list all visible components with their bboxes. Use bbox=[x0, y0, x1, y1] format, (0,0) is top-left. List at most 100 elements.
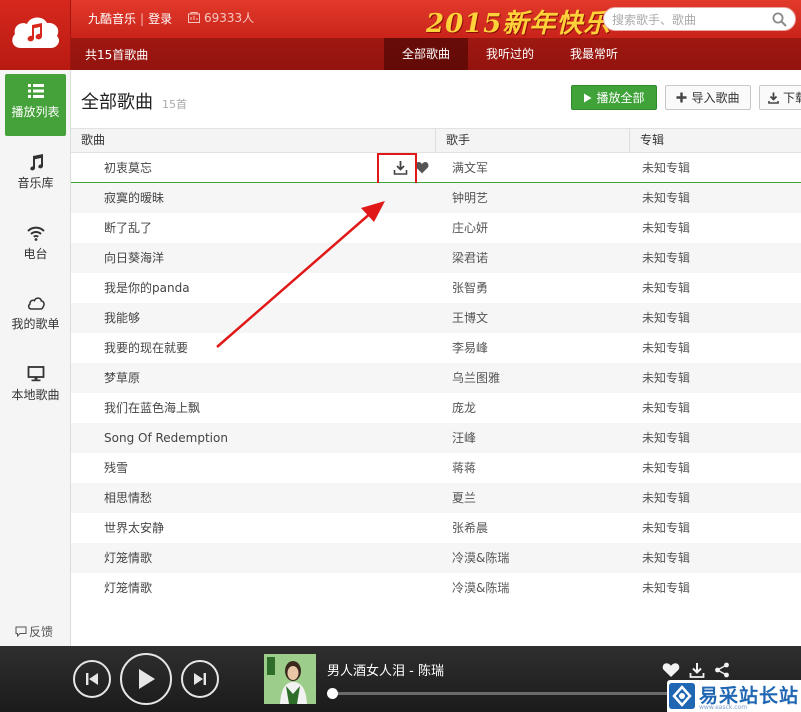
song-title[interactable]: 我要的现在就要 bbox=[104, 333, 188, 363]
song-title[interactable]: 残雪 bbox=[104, 453, 128, 483]
download-button[interactable]: 下载 bbox=[759, 85, 801, 110]
feedback-link[interactable]: 反馈 bbox=[15, 623, 53, 640]
import-songs-button[interactable]: 导入歌曲 bbox=[665, 85, 751, 110]
artist-name[interactable]: 庞龙 bbox=[452, 393, 476, 423]
table-row[interactable]: 我们在蓝色海上飘 庞龙 未知专辑 bbox=[71, 393, 801, 423]
artist-name[interactable]: 庄心妍 bbox=[452, 213, 488, 243]
import-label: 导入歌曲 bbox=[691, 91, 740, 105]
next-button[interactable] bbox=[181, 660, 219, 698]
artist-name[interactable]: 夏兰 bbox=[452, 483, 476, 513]
skip-back-icon bbox=[86, 673, 98, 685]
login-link[interactable]: 登录 bbox=[148, 10, 172, 27]
tab-all-songs[interactable]: 全部歌曲 bbox=[384, 38, 469, 70]
album-name[interactable]: 未知专辑 bbox=[642, 393, 690, 423]
album-name[interactable]: 未知专辑 bbox=[642, 423, 690, 453]
table-row[interactable]: 残雪 蒋蒋 未知专辑 bbox=[71, 453, 801, 483]
sidebar-item-local-songs[interactable]: 本地歌曲 bbox=[5, 357, 66, 419]
app-name[interactable]: 九酷音乐 bbox=[88, 10, 136, 27]
sidebar-item-radio[interactable]: 电台 bbox=[5, 216, 66, 278]
song-title[interactable]: 相思情愁 bbox=[104, 483, 152, 513]
song-title[interactable]: 断了乱了 bbox=[104, 213, 152, 243]
album-name[interactable]: 未知专辑 bbox=[642, 243, 690, 273]
column-header-song[interactable]: 歌曲 bbox=[71, 129, 435, 152]
search-input[interactable] bbox=[612, 11, 762, 28]
table-row[interactable]: 向日葵海洋 梁君诺 未知专辑 bbox=[71, 243, 801, 273]
song-title[interactable]: 我们在蓝色海上飘 bbox=[104, 393, 200, 423]
album-name[interactable]: 未知专辑 bbox=[642, 333, 690, 363]
song-title[interactable]: 寂寞的暧昧 bbox=[104, 183, 164, 213]
album-name[interactable]: 未知专辑 bbox=[642, 543, 690, 573]
artist-name[interactable]: 汪峰 bbox=[452, 423, 476, 453]
song-title[interactable]: 初衷莫忘 bbox=[104, 153, 152, 183]
column-header-artist[interactable]: 歌手 bbox=[435, 129, 629, 152]
search-icon[interactable] bbox=[772, 12, 787, 27]
sidebar-item-music-library[interactable]: 音乐库 bbox=[5, 145, 66, 207]
play-all-button[interactable]: 播放全部 bbox=[571, 85, 657, 110]
play-icon bbox=[139, 669, 155, 689]
table-row[interactable]: 世界太安静 张希晨 未知专辑 bbox=[71, 513, 801, 543]
artist-name[interactable]: 张希晨 bbox=[452, 513, 488, 543]
progress-knob[interactable] bbox=[327, 688, 338, 699]
previous-button[interactable] bbox=[73, 660, 111, 698]
song-title[interactable]: 梦草原 bbox=[104, 363, 140, 393]
artist-name[interactable]: 满文军 bbox=[452, 153, 488, 183]
table-row[interactable]: 灯笼情歌 冷漠&陈瑞 未知专辑 bbox=[71, 573, 801, 603]
album-art[interactable] bbox=[264, 654, 316, 704]
skip-forward-icon bbox=[194, 673, 206, 685]
search-box[interactable] bbox=[603, 7, 796, 31]
album-name[interactable]: 未知专辑 bbox=[642, 483, 690, 513]
song-title[interactable]: 向日葵海洋 bbox=[104, 243, 164, 273]
site-logo-icon bbox=[669, 683, 695, 709]
album-name[interactable]: 未知专辑 bbox=[642, 303, 690, 333]
download-icon[interactable] bbox=[689, 662, 705, 678]
share-icon[interactable] bbox=[714, 662, 730, 678]
album-name[interactable]: 未知专辑 bbox=[642, 153, 690, 183]
album-name[interactable]: 未知专辑 bbox=[642, 363, 690, 393]
tab-listened[interactable]: 我听过的 bbox=[468, 38, 552, 70]
table-row[interactable]: 我是你的panda 张智勇 未知专辑 bbox=[71, 273, 801, 303]
album-name[interactable]: 未知专辑 bbox=[642, 513, 690, 543]
artist-name[interactable]: 冷漠&陈瑞 bbox=[452, 543, 509, 573]
monitor-icon bbox=[27, 366, 44, 382]
album-name[interactable]: 未知专辑 bbox=[642, 453, 690, 483]
album-name[interactable]: 未知专辑 bbox=[642, 573, 690, 603]
artist-name[interactable]: 蒋蒋 bbox=[452, 453, 476, 483]
sidebar-item-my-playlists[interactable]: 我的歌单 bbox=[5, 286, 66, 348]
tab-most-played[interactable]: 我最常听 bbox=[552, 38, 636, 70]
album-name[interactable]: 未知专辑 bbox=[642, 273, 690, 303]
artist-name[interactable]: 冷漠&陈瑞 bbox=[452, 573, 509, 603]
app-logo[interactable] bbox=[0, 0, 71, 70]
table-row[interactable]: 我要的现在就要 李易峰 未知专辑 bbox=[71, 333, 801, 363]
song-title[interactable]: 灯笼情歌 bbox=[104, 573, 152, 603]
table-row[interactable]: 灯笼情歌 冷漠&陈瑞 未知专辑 bbox=[71, 543, 801, 573]
artist-name[interactable]: 李易峰 bbox=[452, 333, 488, 363]
play-button[interactable] bbox=[120, 653, 172, 705]
song-title[interactable]: 世界太安静 bbox=[104, 513, 164, 543]
heart-icon[interactable] bbox=[662, 662, 680, 678]
table-row[interactable]: 梦草原 乌兰图雅 未知专辑 bbox=[71, 363, 801, 393]
song-title[interactable]: 我能够 bbox=[104, 303, 140, 333]
song-title[interactable]: 灯笼情歌 bbox=[104, 543, 152, 573]
artist-name[interactable]: 钟明艺 bbox=[452, 183, 488, 213]
song-title[interactable]: Song Of Redemption bbox=[104, 423, 228, 453]
sidebar-item-playlist[interactable]: 播放列表 bbox=[5, 74, 66, 136]
plus-icon bbox=[676, 92, 687, 103]
album-name[interactable]: 未知专辑 bbox=[642, 183, 690, 213]
download-label: 下载 bbox=[783, 91, 801, 105]
heart-icon[interactable] bbox=[415, 161, 429, 174]
table-row[interactable]: Song Of Redemption 汪峰 未知专辑 bbox=[71, 423, 801, 453]
site-watermark: 易采站长站 www.easck.com bbox=[667, 680, 801, 712]
table-row[interactable]: 相思情愁 夏兰 未知专辑 bbox=[71, 483, 801, 513]
table-row[interactable]: 断了乱了 庄心妍 未知专辑 bbox=[71, 213, 801, 243]
table-row[interactable]: 初衷莫忘 满文军 未知专辑 bbox=[71, 153, 801, 191]
artist-name[interactable]: 乌兰图雅 bbox=[452, 363, 500, 393]
download-icon[interactable] bbox=[393, 160, 408, 175]
artist-name[interactable]: 梁君诺 bbox=[452, 243, 488, 273]
table-row[interactable]: 寂寞的暧昧 钟明艺 未知专辑 bbox=[71, 183, 801, 213]
album-name[interactable]: 未知专辑 bbox=[642, 213, 690, 243]
table-row[interactable]: 我能够 王博文 未知专辑 bbox=[71, 303, 801, 333]
song-title[interactable]: 我是你的panda bbox=[104, 273, 190, 303]
artist-name[interactable]: 张智勇 bbox=[452, 273, 488, 303]
column-header-album[interactable]: 专辑 bbox=[629, 129, 801, 152]
artist-name[interactable]: 王博文 bbox=[452, 303, 488, 333]
